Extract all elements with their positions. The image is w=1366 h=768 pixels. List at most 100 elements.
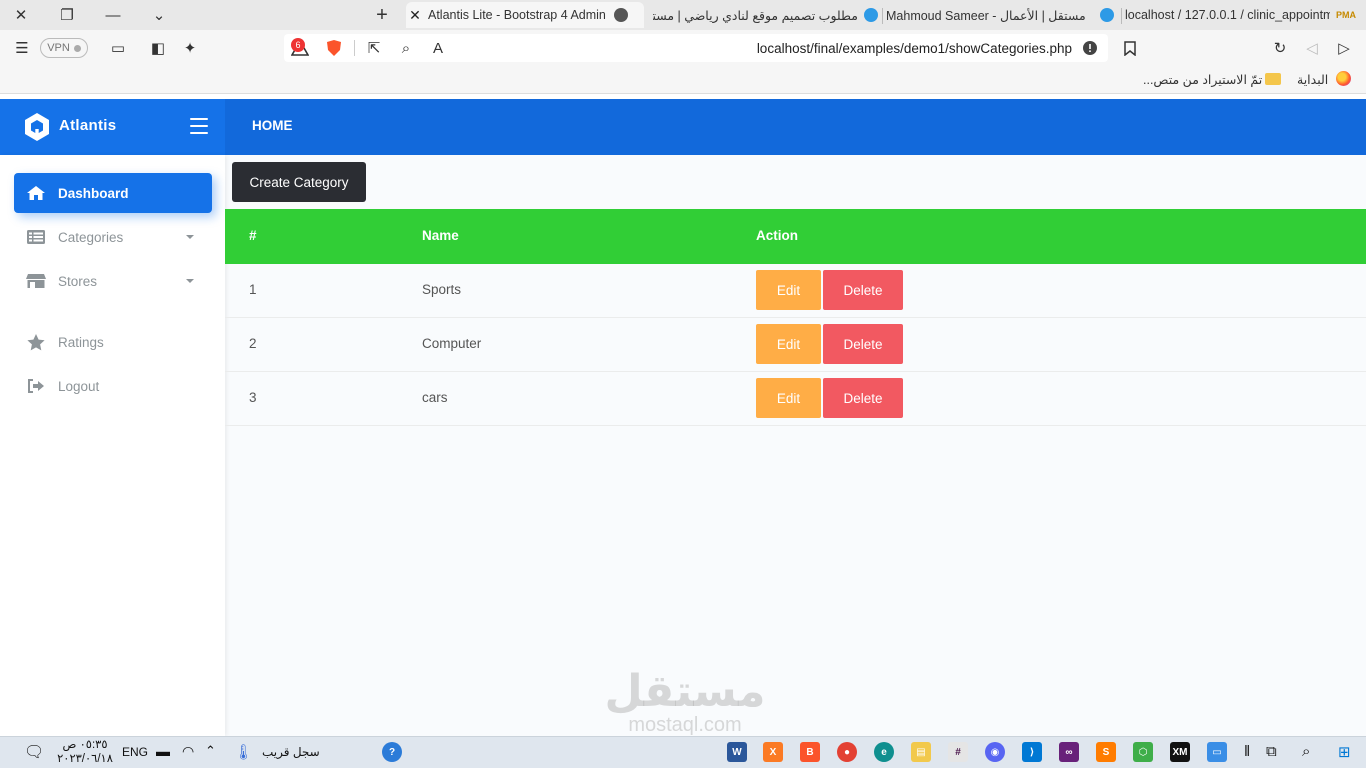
list-icon xyxy=(14,230,58,244)
tab-search-chevron-icon[interactable]: ⌄ xyxy=(146,4,172,26)
phpmyadmin-favicon-icon: PMA xyxy=(1336,10,1356,20)
sidebar-item-stores[interactable]: Stores xyxy=(14,261,212,301)
mostaql-favicon-icon xyxy=(1100,8,1114,22)
notifications-icon[interactable]: 🗨 xyxy=(24,742,44,762)
row-name: Computer xyxy=(422,336,482,351)
os-taskbar: 🗨 ٠٥:٣٥ ص ٢٠٢٣/٠٦/١٨ ENG ▬ ◠ ⌃ 🌡 سجل قري… xyxy=(0,736,1366,768)
discord-app-icon[interactable]: ◉ xyxy=(985,742,1005,762)
tab-title: Mahmoud Sameer - مستقل | الأعمال xyxy=(886,8,1086,23)
forward-icon[interactable]: ◁ xyxy=(1302,38,1322,58)
tab-phpmyadmin[interactable]: localhost / 127.0.0.1 / clinic_appointm … xyxy=(1125,2,1366,28)
tab-mostaql-profile[interactable]: Mahmoud Sameer - مستقل | الأعمال xyxy=(886,2,1118,28)
top-navbar: HOME xyxy=(225,99,1366,155)
vscode-app-icon[interactable]: ⟩ xyxy=(1022,742,1042,762)
slack-app-icon[interactable]: # xyxy=(948,742,968,762)
android-studio-app-icon[interactable]: ⬡ xyxy=(1133,742,1153,762)
tab-title: Atlantis Lite - Bootstrap 4 Admin xyxy=(428,8,606,22)
back-icon[interactable]: ▷ xyxy=(1334,38,1354,58)
clock-time: ٠٥:٣٥ ص xyxy=(62,739,108,751)
globe-icon xyxy=(614,8,628,22)
delete-button[interactable]: Delete xyxy=(823,324,903,364)
wallet-icon[interactable]: ▭ xyxy=(108,38,128,58)
sidebar-item-ratings[interactable]: Ratings xyxy=(14,322,212,362)
edge-app-icon[interactable]: e xyxy=(874,742,894,762)
edit-button[interactable]: Edit xyxy=(756,270,821,310)
tab-mostaql-job[interactable]: مطلوب تصميم موقع لنادي رياضي | مستقل xyxy=(648,2,878,28)
share-icon[interactable]: ⇱ xyxy=(364,38,384,58)
window-minimize-icon[interactable]: — xyxy=(100,4,126,26)
help-icon[interactable]: ? xyxy=(382,742,402,762)
battery-icon[interactable]: ▬ xyxy=(156,743,170,759)
brave-app-icon[interactable]: B xyxy=(800,742,820,762)
xm-app-icon[interactable]: XM xyxy=(1170,742,1190,762)
create-category-button[interactable]: Create Category xyxy=(232,162,366,202)
vpn-toggle[interactable]: VPN xyxy=(40,38,88,58)
sidebar-toggle-icon[interactable] xyxy=(190,118,208,134)
word-app-icon[interactable]: W xyxy=(727,742,747,762)
bookmark-icon[interactable] xyxy=(1120,38,1140,58)
menu-icon[interactable]: ☰ xyxy=(12,38,32,58)
divider-icon: ‖ xyxy=(1244,743,1251,760)
weather-text[interactable]: سجل قريب xyxy=(262,745,320,759)
xampp-app-icon[interactable]: X xyxy=(763,742,783,762)
home-link[interactable]: HOME xyxy=(252,118,293,133)
extensions-icon[interactable]: ✦ xyxy=(180,38,200,58)
delete-button[interactable]: Delete xyxy=(823,270,903,310)
chevron-up-icon[interactable]: ⌃ xyxy=(205,743,216,759)
reload-icon[interactable]: ↻ xyxy=(1270,38,1290,58)
edit-button[interactable]: Edit xyxy=(756,378,821,418)
weather-icon[interactable]: 🌡 xyxy=(234,743,253,761)
file-explorer-icon[interactable]: ▤ xyxy=(911,742,931,762)
row-name: Sports xyxy=(422,282,462,297)
mostaql-favicon-icon xyxy=(864,8,878,22)
bookmark-imported[interactable]: تمّ الاستيراد من متص... xyxy=(1143,72,1262,87)
translate-icon[interactable]: A xyxy=(428,38,448,58)
sidebar-item-label: Logout xyxy=(58,378,100,394)
wifi-icon[interactable]: ◠ xyxy=(182,743,194,760)
sidebar-item-categories[interactable]: Categories xyxy=(14,217,212,257)
chrome-app-icon[interactable]: ● xyxy=(837,742,857,762)
sidebar-item-label: Categories xyxy=(58,229,124,245)
url-text[interactable]: localhost/final/examples/demo1/showCateg… xyxy=(757,41,1072,56)
language-indicator[interactable]: ENG xyxy=(122,745,148,759)
windows-start-icon[interactable]: ⊞ xyxy=(1338,743,1351,761)
tab-separator xyxy=(1121,8,1122,24)
browser-toolbar: ☰ VPN ▭ ◧ ✦ 6 ⇱ ⌕ A localhost/final/exam… xyxy=(0,30,1366,66)
row-id: 1 xyxy=(249,282,257,297)
address-bar[interactable]: 6 ⇱ ⌕ A localhost/final/examples/demo1/s… xyxy=(284,34,1108,62)
sidebar-item-logout[interactable]: Logout xyxy=(14,366,212,406)
site-info-icon[interactable] xyxy=(1080,38,1100,58)
desktop-app-icon[interactable]: ▭ xyxy=(1207,742,1227,762)
sublime-app-icon[interactable]: S xyxy=(1096,742,1116,762)
new-tab-icon[interactable]: + xyxy=(369,4,395,26)
sidebar-item-label: Ratings xyxy=(58,334,104,350)
atlantis-logo-icon[interactable] xyxy=(24,112,50,142)
store-icon xyxy=(14,273,58,289)
bookmark-home[interactable]: البداية xyxy=(1297,72,1328,87)
edit-button[interactable]: Edit xyxy=(756,324,821,364)
firefox-icon xyxy=(1336,71,1351,86)
delete-button[interactable]: Delete xyxy=(823,378,903,418)
window-restore-icon[interactable]: ❐ xyxy=(54,4,80,26)
caret-down-icon xyxy=(186,235,194,239)
brand-name[interactable]: Atlantis xyxy=(59,117,116,134)
sidebar: Dashboard Categories Stores Ratings Logo… xyxy=(0,155,225,736)
window-close-icon[interactable]: ✕ xyxy=(8,4,34,26)
brave-shield-icon[interactable] xyxy=(324,38,344,58)
visual-studio-app-icon[interactable]: ∞ xyxy=(1059,742,1079,762)
task-view-icon[interactable]: ⧉ xyxy=(1266,743,1277,760)
column-header-name: Name xyxy=(422,228,459,243)
sidebar-item-label: Dashboard xyxy=(58,185,129,201)
column-header-action: Action xyxy=(756,228,798,243)
column-header-id: # xyxy=(249,228,257,243)
vpn-status-dot xyxy=(73,44,81,52)
admin-app: Atlantis HOME Dashboard Categories Store… xyxy=(0,99,1366,736)
zoom-icon[interactable]: ⌕ xyxy=(396,38,416,58)
tab-atlantis[interactable]: ✕ Atlantis Lite - Bootstrap 4 Admin xyxy=(406,2,644,28)
system-clock[interactable]: ٠٥:٣٥ ص ٢٠٢٣/٠٦/١٨ xyxy=(56,738,114,766)
sidebar-item-dashboard[interactable]: Dashboard xyxy=(14,173,212,213)
sidebar-panel-icon[interactable]: ◧ xyxy=(148,38,168,58)
home-icon xyxy=(14,185,58,201)
tab-close-icon[interactable]: ✕ xyxy=(406,7,424,24)
search-icon[interactable]: ⌕ xyxy=(1302,743,1310,760)
